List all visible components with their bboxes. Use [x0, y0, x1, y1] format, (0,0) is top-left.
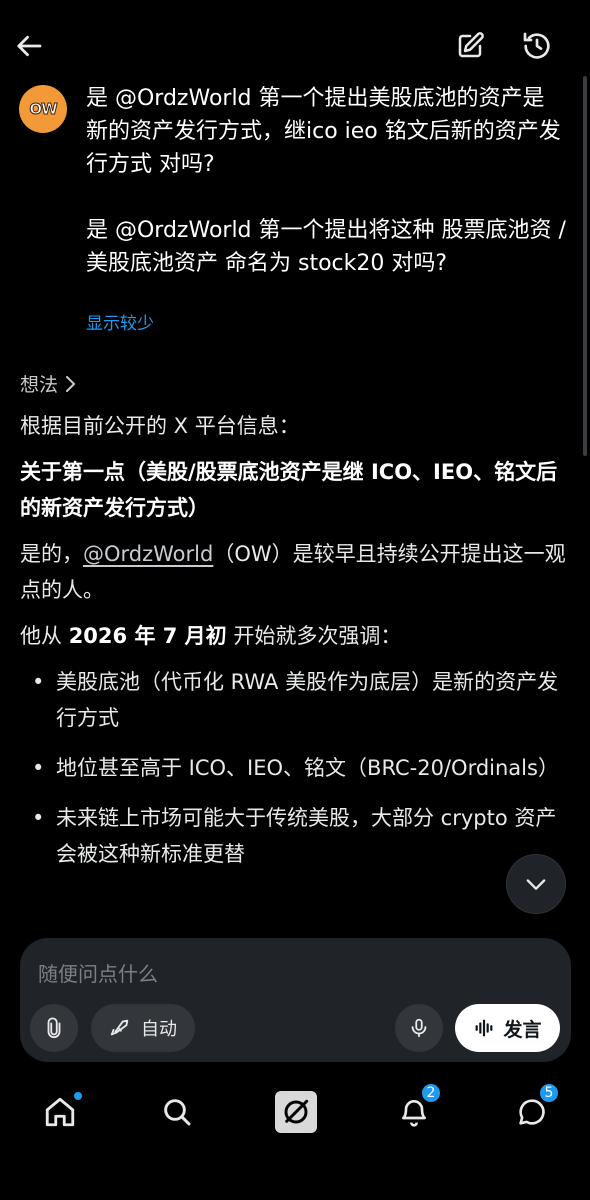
top-bar: [0, 0, 590, 88]
back-button[interactable]: [8, 24, 52, 68]
microphone-icon: [411, 1018, 427, 1038]
reply-prefix: 是的，: [20, 542, 83, 566]
rocket-icon: [110, 1019, 129, 1036]
since-date: 2026 年 7 月初: [68, 624, 227, 648]
question-paragraph-2: 是 @OrdzWorld 第一个提出将这种 股票底池资 / 美股底池资产 命名为…: [86, 218, 566, 276]
waveform-icon: [476, 1019, 493, 1037]
thoughts-label: 想法: [20, 374, 59, 396]
answer-point1-heading: 关于第一点（美股/股票底池资产是继 ICO、IEO、铭文后的新资产发行方式）: [20, 460, 558, 520]
composer: 自动 发言: [20, 938, 571, 1062]
paperclip-icon: [47, 1017, 61, 1038]
list-item: 未来链上市场可能大于传统美股，大部分 crypto 资产会被这种新标准更替: [20, 800, 572, 872]
new-chat-button[interactable]: [448, 24, 492, 68]
answer-bullets: 美股底池（代币化 RWA 美股作为底层）是新的资产发行方式 地位甚至高于 ICO…: [20, 664, 572, 872]
avatar-text: OW: [29, 100, 58, 119]
since-suffix: 开始就多次强调：: [226, 624, 402, 648]
microphone-button[interactable]: [395, 1004, 443, 1052]
bottom-nav: 2 5: [0, 1080, 590, 1144]
speak-label: 发言: [503, 1018, 542, 1041]
messages-badge: 5: [538, 1082, 560, 1104]
since-prefix: 他从: [20, 624, 69, 648]
mode-auto-label: 自动: [141, 1019, 177, 1040]
show-less-link[interactable]: 显示较少: [86, 309, 154, 334]
notifications-badge: 2: [420, 1082, 442, 1104]
nav-grok[interactable]: [274, 1090, 318, 1134]
mode-auto-button[interactable]: 自动: [91, 1004, 195, 1052]
question-paragraph-1: 是 @OrdzWorld 第一个提出美股底池的资产是新的资产发行方式，继ico …: [86, 86, 561, 177]
assistant-answer: 根据目前公开的 X 平台信息： 关于第一点（美股/股票底池资产是继 ICO、IE…: [20, 408, 572, 886]
scroll-down-button[interactable]: [506, 854, 566, 914]
nav-search[interactable]: [155, 1090, 199, 1134]
answer-intro: 根据目前公开的 X 平台信息：: [20, 414, 300, 438]
chevron-down-icon: [526, 879, 546, 890]
edit-icon: [458, 32, 484, 58]
search-icon: [164, 1099, 191, 1126]
list-item: 美股底池（代币化 RWA 美股作为底层）是新的资产发行方式: [20, 664, 572, 736]
nav-home[interactable]: [38, 1090, 82, 1134]
list-item: 地位甚至高于 ICO、IEO、铭文（BRC-20/Ordinals）: [20, 750, 572, 786]
nav-notifications[interactable]: 2: [392, 1082, 442, 1134]
grok-icon: [275, 1091, 317, 1133]
thoughts-toggle[interactable]: 想法: [20, 370, 78, 397]
ask-input[interactable]: [38, 956, 538, 992]
content-fade: [0, 900, 590, 940]
scrollbar[interactable]: [583, 76, 587, 456]
speak-button[interactable]: 发言: [455, 1004, 560, 1052]
answer-reply: 是的，@OrdzWorld（OW）是较早且持续公开提出这一观点的人。: [20, 536, 572, 608]
user-question: 是 @OrdzWorld 第一个提出美股底池的资产是新的资产发行方式，继ico …: [86, 82, 566, 280]
history-button[interactable]: [515, 24, 559, 68]
nav-messages[interactable]: 5: [510, 1082, 560, 1134]
user-avatar[interactable]: OW: [19, 85, 67, 133]
home-indicator-dot: [74, 1092, 82, 1100]
answer-since: 他从 2026 年 7 月初 开始就多次强调：: [20, 618, 572, 654]
chevron-right-icon: [66, 375, 76, 392]
history-icon: [523, 32, 550, 59]
home-icon: [45, 1097, 75, 1127]
attach-button[interactable]: [30, 1004, 78, 1052]
arrow-left-icon: [17, 35, 42, 57]
mention-link[interactable]: @OrdzWorld: [83, 542, 213, 566]
